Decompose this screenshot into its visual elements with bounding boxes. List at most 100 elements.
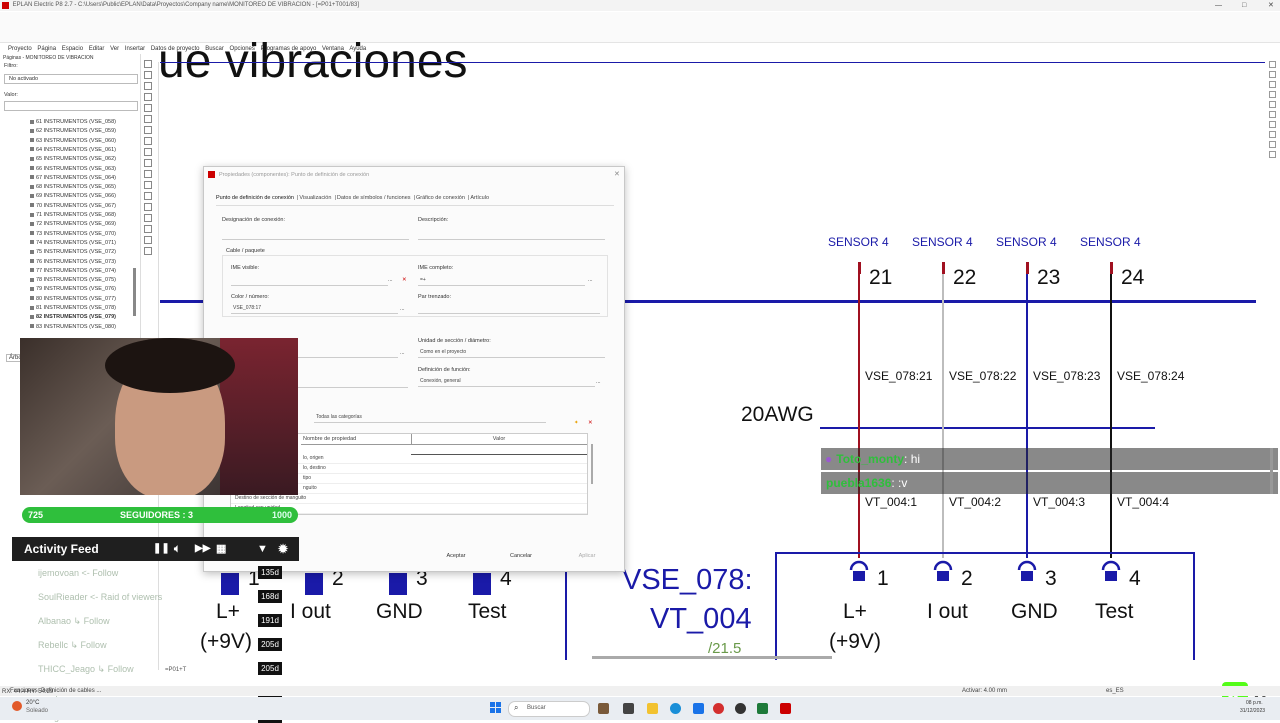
- tool-icon[interactable]: [1269, 151, 1276, 158]
- tool-icon[interactable]: [1269, 81, 1276, 88]
- description-field[interactable]: [418, 229, 605, 240]
- ime-visible-browse[interactable]: ...: [388, 277, 393, 283]
- property-row[interactable]: nguito: [303, 485, 317, 491]
- tool-icon[interactable]: [144, 159, 152, 167]
- obs-icon[interactable]: [735, 703, 746, 714]
- function-browse[interactable]: ...: [596, 379, 601, 385]
- tree-item[interactable]: 75 INSTRUMENTOS (VSE_072): [30, 248, 116, 257]
- maximize-icon[interactable]: □: [1242, 0, 1246, 11]
- menu-proyecto[interactable]: Proyecto: [8, 46, 32, 52]
- tree-item[interactable]: 68 INSTRUMENTOS (VSE_065): [30, 183, 116, 192]
- tree-item[interactable]: 73 INSTRUMENTOS (VSE_070): [30, 230, 116, 239]
- tool-icon[interactable]: [144, 214, 152, 222]
- tool-icon[interactable]: [1269, 91, 1276, 98]
- tool-icon[interactable]: [1269, 131, 1276, 138]
- dialog-tab[interactable]: Visualización: [299, 195, 331, 201]
- property-row[interactable]: tipo: [303, 475, 311, 481]
- edge-icon[interactable]: [670, 703, 681, 714]
- tool-icon[interactable]: [144, 137, 152, 145]
- chat-username[interactable]: puebla1636: [826, 476, 891, 490]
- cancel-button[interactable]: Cancelar: [491, 550, 551, 562]
- section-select[interactable]: Como en el proyecto: [418, 347, 605, 358]
- add-row-icon[interactable]: ✦: [574, 420, 579, 426]
- menu-espacio[interactable]: Espacio: [62, 46, 83, 52]
- left-hidden-browse[interactable]: ...: [400, 350, 405, 356]
- menu-ver[interactable]: Ver: [110, 46, 119, 52]
- tree-item[interactable]: 70 INSTRUMENTOS (VSE_067): [30, 202, 116, 211]
- tool-icon[interactable]: [144, 115, 152, 123]
- tool-icon[interactable]: [1269, 141, 1276, 148]
- dialog-close-icon[interactable]: ✕: [614, 170, 620, 178]
- dialog-tab[interactable]: Artículo: [470, 195, 489, 201]
- tool-icon[interactable]: [1269, 111, 1276, 118]
- tree-item[interactable]: 71 INSTRUMENTOS (VSE_068): [30, 211, 116, 220]
- tool-icon[interactable]: [144, 148, 152, 156]
- settings-gear-icon[interactable]: ✹: [278, 537, 288, 561]
- close-icon[interactable]: ✕: [1268, 0, 1274, 11]
- tree-item[interactable]: 80 INSTRUMENTOS (VSE_077): [30, 295, 116, 304]
- tree-item[interactable]: 74 INSTRUMENTOS (VSE_071): [30, 239, 116, 248]
- tool-icon[interactable]: [144, 225, 152, 233]
- tree-item[interactable]: 83 INSTRUMENTOS (VSE_080): [30, 323, 116, 332]
- twisted-field[interactable]: [418, 303, 600, 314]
- menu-editar[interactable]: Editar: [89, 46, 105, 52]
- tree-item[interactable]: 77 INSTRUMENTOS (VSE_074): [30, 267, 116, 276]
- tool-icon[interactable]: [1269, 121, 1276, 128]
- tree-item[interactable]: 69 INSTRUMENTOS (VSE_066): [30, 192, 116, 201]
- tree-item[interactable]: 62 INSTRUMENTOS (VSE_059): [30, 127, 116, 136]
- ime-complete-field[interactable]: =+: [418, 275, 585, 286]
- tree-item[interactable]: 72 INSTRUMENTOS (VSE_069): [30, 220, 116, 229]
- minimize-icon[interactable]: —: [1215, 0, 1222, 11]
- dialog-tab[interactable]: Datos de símbolos / funciones: [337, 195, 411, 201]
- ime-visible-clear-icon[interactable]: ✕: [402, 277, 407, 283]
- tool-icon[interactable]: [144, 104, 152, 112]
- tool-icon[interactable]: [144, 203, 152, 211]
- trash-icon[interactable]: ▦: [216, 537, 226, 561]
- weather-icon[interactable]: [12, 701, 22, 711]
- table-scrollbar[interactable]: [591, 444, 593, 484]
- tool-icon[interactable]: [144, 126, 152, 134]
- dialog-tab[interactable]: Gráfico de conexión: [416, 195, 465, 201]
- tool-icon[interactable]: [1269, 71, 1276, 78]
- tree-item[interactable]: 67 INSTRUMENTOS (VSE_064): [30, 174, 116, 183]
- function-field[interactable]: Conexión, general: [418, 376, 595, 387]
- app-icon-blue[interactable]: [693, 703, 704, 714]
- property-row[interactable]: lo, destino: [303, 465, 326, 471]
- menu-pagina[interactable]: Página: [37, 46, 56, 52]
- windows-start-icon[interactable]: [490, 702, 502, 714]
- chat-username[interactable]: Toto_monty: [836, 452, 904, 466]
- excel-icon[interactable]: [757, 703, 768, 714]
- dialog-tab[interactable]: Punto de definición de conexión: [216, 195, 294, 201]
- tree-item[interactable]: 66 INSTRUMENTOS (VSE_063): [30, 165, 116, 174]
- tree-item[interactable]: 65 INSTRUMENTOS (VSE_062): [30, 155, 116, 164]
- tool-icon[interactable]: [144, 93, 152, 101]
- category-select[interactable]: Todas las categorías: [314, 412, 546, 423]
- value-input[interactable]: [4, 101, 138, 111]
- tree-item[interactable]: 61 INSTRUMENTOS (VSE_058): [30, 118, 116, 127]
- task-view-icon[interactable]: [623, 703, 634, 714]
- property-row[interactable]: Destino de sección de manguito: [235, 495, 306, 501]
- tool-icon[interactable]: [144, 181, 152, 189]
- tool-icon[interactable]: [144, 170, 152, 178]
- skip-icon[interactable]: ▶▶: [195, 537, 210, 561]
- tool-icon[interactable]: [144, 82, 152, 90]
- tool-icon[interactable]: [144, 247, 152, 255]
- file-explorer-icon[interactable]: [647, 703, 658, 714]
- menu-insertar[interactable]: Insertar: [125, 46, 145, 52]
- filter-select[interactable]: No activado: [4, 74, 138, 84]
- accept-button[interactable]: Aceptar: [426, 550, 486, 562]
- tool-icon[interactable]: [1269, 101, 1276, 108]
- tree-scrollbar[interactable]: [133, 268, 136, 316]
- taskbar-search[interactable]: ⌕ Buscar: [508, 701, 590, 717]
- ime-visible-field[interactable]: [231, 275, 388, 286]
- color-browse[interactable]: ...: [400, 306, 405, 312]
- table-active-cell[interactable]: [411, 445, 587, 455]
- tool-icon[interactable]: [144, 60, 152, 68]
- color-field[interactable]: VSE_078:17: [231, 303, 398, 314]
- filter-icon[interactable]: ▼: [257, 537, 268, 561]
- tree-item[interactable]: 82 INSTRUMENTOS (VSE_079): [30, 313, 116, 322]
- tree-item[interactable]: 63 INSTRUMENTOS (VSE_060): [30, 137, 116, 146]
- apply-button[interactable]: Aplicar: [557, 550, 617, 562]
- opera-icon[interactable]: [713, 703, 724, 714]
- eplan-taskbar-icon[interactable]: [780, 703, 791, 714]
